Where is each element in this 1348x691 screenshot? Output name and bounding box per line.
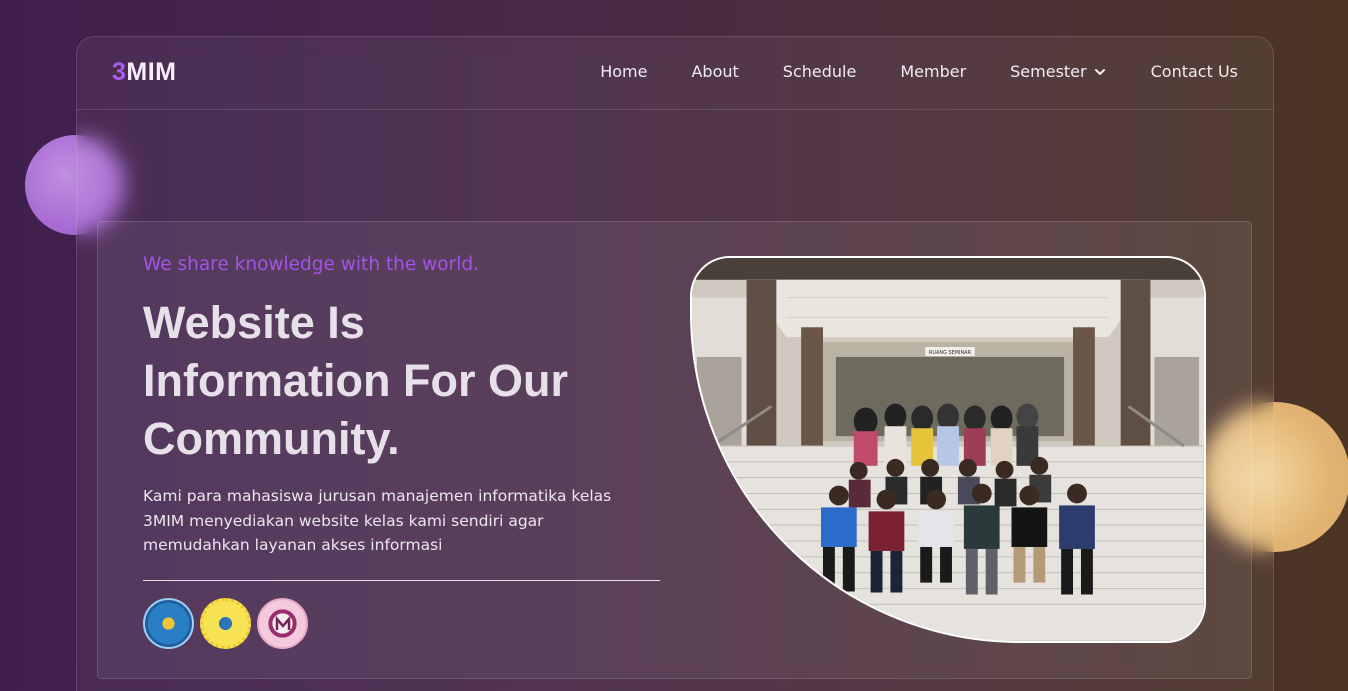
hero-headline: Website Is Information For Our Community… [143, 294, 643, 468]
brand-logo-accent: 3 [112, 58, 127, 86]
nav-schedule-label: Schedule [782, 62, 857, 81]
partner-logos [143, 598, 308, 649]
hero-headline-line-2: Information For Our [143, 355, 568, 406]
hero-divider [143, 580, 660, 581]
nav-contact-us[interactable]: Contact Us [1151, 62, 1238, 81]
nav-member-label: Member [900, 62, 967, 81]
brand-logo[interactable]: 3MIM [112, 58, 177, 87]
nav-member[interactable]: Member [900, 62, 966, 81]
navbar: 3MIM Home About Schedule Member Semester… [76, 36, 1274, 110]
nav-about-label: About [691, 62, 739, 81]
nav-semester-dropdown[interactable]: Semester [1010, 62, 1106, 81]
tut-wuri-handayani-logo [143, 598, 194, 649]
brand-logo-text: MIM [126, 58, 177, 86]
m-letter-icon [275, 615, 290, 630]
university-seal-logo [200, 598, 251, 649]
nav-contact-us-label: Contact Us [1150, 62, 1238, 81]
main-nav: Home About Schedule Member Semester Cont… [600, 62, 1238, 81]
chevron-down-icon [1094, 68, 1105, 75]
photo-building-sign: RUANG SEMINAR [929, 350, 972, 356]
nav-schedule[interactable]: Schedule [783, 62, 857, 81]
hero-headline-line-1: Website Is [143, 297, 365, 348]
nav-semester-label: Semester [1010, 62, 1087, 81]
hero-headline-line-3: Community. [143, 413, 400, 464]
nav-home-label: Home [600, 62, 648, 81]
nav-about[interactable]: About [691, 62, 738, 81]
hero-tagline: We share knowledge with the world. [143, 254, 479, 275]
hero-description: Kami para mahasiswa jurusan manajemen in… [143, 487, 612, 554]
department-seal-logo [257, 598, 308, 649]
nav-home[interactable]: Home [600, 62, 647, 81]
